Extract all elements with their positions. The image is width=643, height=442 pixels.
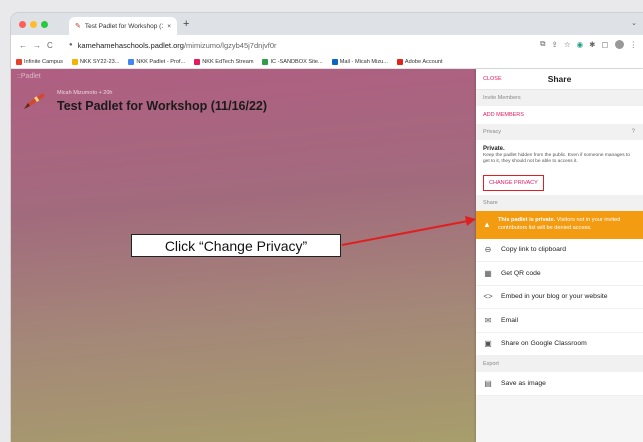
bookmark-label: Infinite Campus <box>24 58 63 65</box>
option-icon: <> <box>483 292 493 302</box>
share-option-row[interactable]: <> Embed in your blog or your website <box>476 285 643 310</box>
browser-tab[interactable]: ✎ Test Padlet for Workshop (11/1( × <box>69 17 177 35</box>
bookmark-favicon-icon <box>16 58 22 65</box>
bookmark-star-icon[interactable]: ☆ <box>564 40 571 49</box>
screenshot-icon[interactable]: ⧉ <box>540 39 545 49</box>
bookmark-favicon-icon <box>396 58 403 65</box>
add-members-button[interactable]: ADD MEMBERS <box>483 106 636 124</box>
bookmark-favicon-icon <box>262 58 269 65</box>
share-option-row[interactable]: ▣ Share on Google Classroom <box>476 332 643 357</box>
option-icon: ▤ <box>484 378 492 388</box>
bookmark-label: IC -SANDBOX Site... <box>270 58 323 65</box>
url-domain: kamehamehaschools.padlet.org <box>77 40 184 50</box>
bookmark-label: Mail - Micah Mizu... <box>339 58 388 65</box>
close-window-icon[interactable] <box>19 21 26 28</box>
bookmark-label: NKK SY22-23... <box>79 58 120 65</box>
instruction-callout: Click “Change Privacy” <box>131 234 341 257</box>
privacy-level: Private. <box>483 146 505 152</box>
bookmark-item[interactable]: IC -SANDBOX Site... <box>262 58 323 65</box>
forward-icon[interactable]: → <box>33 41 41 50</box>
share-option-row[interactable]: ⊖ Copy link to clipboard <box>476 238 643 263</box>
padlet-author: Micah Mizumoto + 20h <box>57 90 113 96</box>
new-tab-button[interactable]: + <box>183 18 189 30</box>
bookmark-item[interactable]: NKK SY22-23... <box>71 58 120 65</box>
export-options-list: ▤ Save as image <box>476 372 643 396</box>
minimize-window-icon[interactable] <box>30 21 37 28</box>
extensions-puzzle-icon[interactable]: ✱ <box>589 40 595 49</box>
url-path: /mimizumo/lgzyb45j7dnjvf0r <box>183 40 277 50</box>
bookmark-item[interactable]: Mail - Micah Mizu... <box>331 58 388 65</box>
privacy-section-header: Privacy ? <box>476 124 643 140</box>
option-icon: ⊖ <box>484 245 492 255</box>
option-icon: ▣ <box>484 339 492 349</box>
bookmark-label: NKK Padlet - Prof... <box>136 58 186 65</box>
back-icon[interactable]: ← <box>19 41 27 50</box>
crayon-icon <box>24 93 45 109</box>
invite-section-header: Invite Members <box>476 90 643 106</box>
privacy-header-label: Privacy <box>483 129 502 135</box>
sidebar-icon[interactable]: ▢ <box>601 40 608 49</box>
bookmark-label: Adobe Account <box>404 58 443 65</box>
zoom-window-icon[interactable] <box>41 21 48 28</box>
private-warning-banner: ▲ This padlet is private. Visitors not i… <box>476 211 643 239</box>
tab-close-icon[interactable]: × <box>167 23 171 30</box>
option-label: Get QR code <box>501 269 541 277</box>
option-label: Save as image <box>501 379 546 387</box>
address-bar[interactable]: ● kamehamehaschools.padlet.org/mimizumo/… <box>69 38 489 52</box>
help-icon[interactable]: ? <box>632 124 635 140</box>
browser-toolbar: ← → C ● kamehamehaschools.padlet.org/mim… <box>11 35 643 55</box>
bookmark-favicon-icon <box>194 58 201 65</box>
share-panel-header: CLOSE Share <box>476 69 643 90</box>
share-panel: CLOSE Share Invite Members ADD MEMBERS P… <box>476 69 643 442</box>
bookmark-favicon-icon <box>331 58 338 65</box>
bookmark-item[interactable]: Infinite Campus <box>16 58 63 65</box>
privacy-description: Keep the padlet hidden from the public. … <box>483 153 630 165</box>
padlet-page: ::Padlet Micah Mizumoto + 20h Test Padle… <box>11 69 643 442</box>
export-section-header: Export <box>476 356 643 373</box>
option-icon: ✉ <box>484 315 492 325</box>
tab-title: Test Padlet for Workshop (11/1( <box>84 22 163 30</box>
share-option-row[interactable]: ▤ Save as image <box>476 372 643 396</box>
bookmark-item[interactable]: NKK EdTech Stream <box>194 58 254 65</box>
profile-avatar[interactable] <box>614 39 624 49</box>
padlet-favicon-icon: ✎ <box>75 23 81 30</box>
share-option-row[interactable]: ✉ Email <box>476 309 643 333</box>
reload-icon[interactable]: C <box>47 41 53 50</box>
bookmark-favicon-icon <box>71 58 78 65</box>
option-icon: ▦ <box>484 268 492 278</box>
bookmark-label: NKK EdTech Stream <box>202 58 254 65</box>
extension-icon[interactable]: ◉ <box>577 40 584 49</box>
change-privacy-button[interactable]: CHANGE PRIVACY <box>483 175 544 192</box>
share-panel-title: Share <box>547 74 572 84</box>
bookmark-item[interactable]: Adobe Account <box>396 58 443 65</box>
bookmark-favicon-icon <box>128 58 135 65</box>
warning-icon: ▲ <box>483 220 491 230</box>
share-icon[interactable]: ⇪ <box>552 40 558 49</box>
warning-bold-text: This padlet is private. <box>498 217 556 224</box>
toolbar-icons: ⧉ ⇪ ☆ ◉ ✱ ▢ ⋮ <box>540 39 637 49</box>
option-label: Copy link to clipboard <box>501 246 566 254</box>
tab-strip: ✎ Test Padlet for Workshop (11/1( × + ⌄ <box>11 13 643 35</box>
padlet-logo[interactable]: ::Padlet <box>17 73 41 80</box>
share-section-header: Share <box>476 195 643 212</box>
menu-icon[interactable]: ⋮ <box>630 40 638 49</box>
option-label: Share on Google Classroom <box>501 340 587 348</box>
share-option-row[interactable]: ▦ Get QR code <box>476 262 643 286</box>
bookmark-item[interactable]: NKK Padlet - Prof... <box>128 58 186 65</box>
option-label: Email <box>501 316 518 324</box>
lock-icon: ● <box>69 42 73 48</box>
share-options-list: ⊖ Copy link to clipboard ▦ Get QR code <> Emb… <box>476 238 643 357</box>
browser-window: ✎ Test Padlet for Workshop (11/1( × + ⌄ … <box>11 13 643 442</box>
tab-list-chevron-icon[interactable]: ⌄ <box>631 19 637 27</box>
option-label: Embed in your blog or your website <box>501 293 608 301</box>
bookmarks-bar: Infinite Campus NKK SY22-23... NKK Padlet … <box>11 55 643 69</box>
padlet-title: Test Padlet for Workshop (11/16/22) <box>57 99 268 113</box>
